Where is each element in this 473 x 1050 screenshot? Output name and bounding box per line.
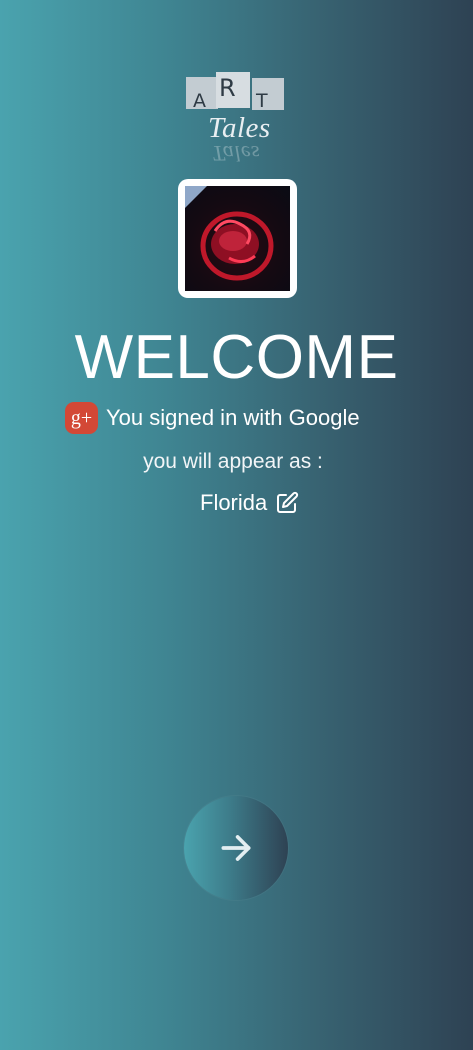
avatar xyxy=(178,179,297,298)
logo-letter-a: A xyxy=(193,90,206,112)
appear-as-label: you will appear as : xyxy=(143,450,323,473)
art-tales-logo: A R T Tales Tales xyxy=(186,72,288,166)
welcome-title: WELCOME xyxy=(74,323,399,392)
logo-letter-r: R xyxy=(219,74,236,102)
scorpion-profile-image xyxy=(185,186,290,291)
arrow-right-icon xyxy=(221,835,251,861)
signin-status: g+ You signed in with Google xyxy=(65,402,360,434)
logo-reflection: Tales xyxy=(212,141,261,166)
username-row: Florida xyxy=(200,490,299,516)
next-button[interactable] xyxy=(184,796,288,900)
username: Florida xyxy=(200,490,268,515)
google-plus-icon: g+ xyxy=(65,402,98,434)
logo-letter-t: T xyxy=(256,90,268,112)
edit-icon[interactable] xyxy=(275,491,299,515)
signin-text: You signed in with Google xyxy=(106,405,360,430)
